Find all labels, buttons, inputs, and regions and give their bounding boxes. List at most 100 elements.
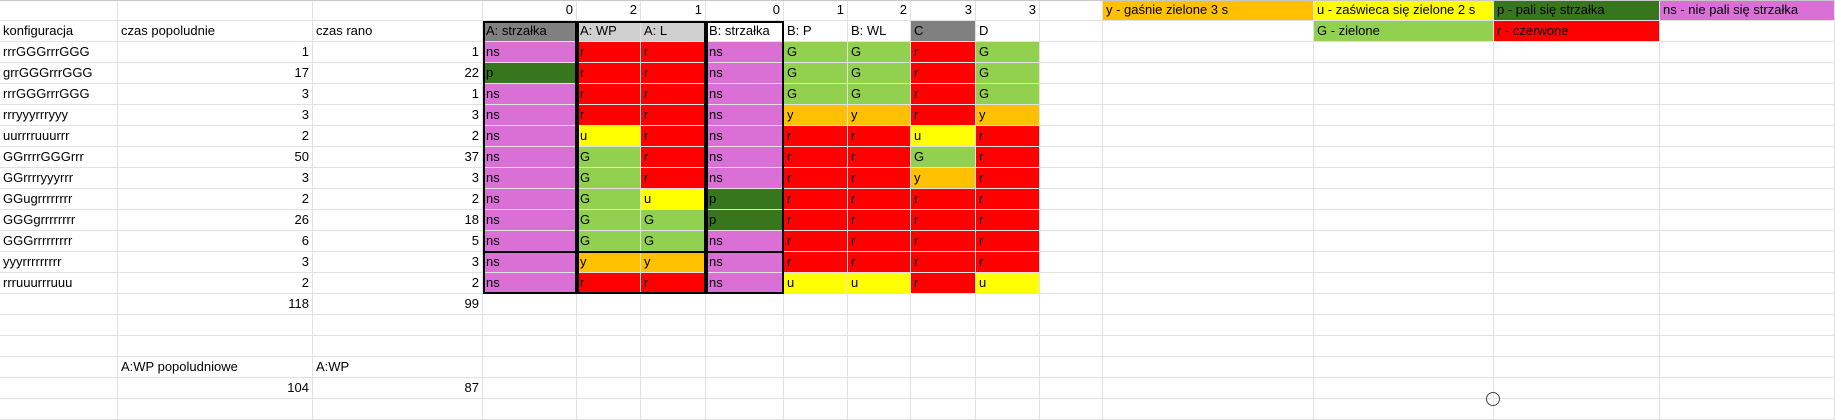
- empty-cell[interactable]: [1314, 210, 1494, 231]
- empty-cell[interactable]: [911, 378, 976, 399]
- empty-cell[interactable]: [118, 336, 313, 357]
- signal-cell[interactable]: G: [577, 168, 641, 189]
- column-index-cell[interactable]: 3: [911, 0, 976, 21]
- configuration-cell[interactable]: GGrrrryyyrrr: [0, 168, 118, 189]
- empty-cell[interactable]: [1660, 357, 1835, 378]
- empty-cell[interactable]: [1494, 357, 1660, 378]
- signal-cell[interactable]: G: [784, 42, 848, 63]
- empty-cell[interactable]: [577, 357, 641, 378]
- signal-cell[interactable]: r: [976, 231, 1040, 252]
- empty-cell[interactable]: [706, 336, 784, 357]
- column-header[interactable]: D: [976, 21, 1040, 42]
- signal-cell[interactable]: y: [911, 168, 976, 189]
- empty-cell[interactable]: [1494, 252, 1660, 273]
- empty-cell[interactable]: [1314, 399, 1494, 420]
- empty-cell[interactable]: [1040, 84, 1103, 105]
- signal-cell[interactable]: r: [911, 189, 976, 210]
- time-morning-cell[interactable]: 5: [313, 231, 483, 252]
- signal-cell[interactable]: u: [641, 189, 706, 210]
- configuration-cell[interactable]: uurrrruuurrr: [0, 126, 118, 147]
- signal-cell[interactable]: r: [577, 105, 641, 126]
- empty-cell[interactable]: [1494, 315, 1660, 336]
- empty-cell[interactable]: [848, 378, 911, 399]
- empty-cell[interactable]: [1314, 252, 1494, 273]
- signal-cell[interactable]: r: [848, 189, 911, 210]
- empty-cell[interactable]: [706, 399, 784, 420]
- empty-cell[interactable]: [976, 399, 1040, 420]
- column-header[interactable]: A: WP: [577, 21, 641, 42]
- empty-cell[interactable]: [1103, 378, 1314, 399]
- signal-cell[interactable]: ns: [483, 252, 577, 273]
- total-afternoon-cell[interactable]: 118: [118, 294, 313, 315]
- signal-cell[interactable]: r: [577, 42, 641, 63]
- column-header[interactable]: B: P: [784, 21, 848, 42]
- signal-cell[interactable]: r: [976, 252, 1040, 273]
- empty-cell[interactable]: [1660, 294, 1835, 315]
- empty-cell[interactable]: [1103, 189, 1314, 210]
- signal-cell[interactable]: r: [641, 84, 706, 105]
- empty-cell[interactable]: [784, 378, 848, 399]
- empty-cell[interactable]: [784, 399, 848, 420]
- signal-cell[interactable]: y: [784, 105, 848, 126]
- column-index-cell[interactable]: 3: [976, 0, 1040, 21]
- empty-cell[interactable]: [1314, 105, 1494, 126]
- wp-morning-label[interactable]: A:WP: [313, 357, 483, 378]
- column-header[interactable]: C: [911, 21, 976, 42]
- signal-cell[interactable]: r: [911, 105, 976, 126]
- empty-cell[interactable]: [784, 336, 848, 357]
- empty-cell[interactable]: [1660, 252, 1835, 273]
- empty-cell[interactable]: [483, 315, 577, 336]
- empty-cell[interactable]: [641, 336, 706, 357]
- signal-cell[interactable]: r: [911, 252, 976, 273]
- time-afternoon-cell[interactable]: 3: [118, 252, 313, 273]
- empty-cell[interactable]: [118, 315, 313, 336]
- signal-cell[interactable]: r: [848, 210, 911, 231]
- empty-cell[interactable]: [1314, 315, 1494, 336]
- empty-cell[interactable]: [0, 315, 118, 336]
- column-index-cell[interactable]: 2: [848, 0, 911, 21]
- signal-cell[interactable]: r: [976, 126, 1040, 147]
- empty-cell[interactable]: [1103, 273, 1314, 294]
- empty-cell[interactable]: [313, 315, 483, 336]
- signal-cell[interactable]: r: [911, 273, 976, 294]
- empty-cell[interactable]: [577, 378, 641, 399]
- signal-cell[interactable]: r: [641, 147, 706, 168]
- empty-cell[interactable]: [1314, 378, 1494, 399]
- empty-cell[interactable]: [1660, 84, 1835, 105]
- empty-cell[interactable]: [1494, 168, 1660, 189]
- legend-cell[interactable]: G - zielone: [1314, 21, 1494, 42]
- signal-cell[interactable]: ns: [483, 105, 577, 126]
- empty-cell[interactable]: [848, 336, 911, 357]
- signal-cell[interactable]: ns: [706, 252, 784, 273]
- time-morning-cell[interactable]: 1: [313, 84, 483, 105]
- time-afternoon-cell[interactable]: 3: [118, 168, 313, 189]
- signal-cell[interactable]: ns: [706, 126, 784, 147]
- empty-cell[interactable]: [1040, 378, 1103, 399]
- time-morning-cell[interactable]: 1: [313, 42, 483, 63]
- empty-cell[interactable]: [1494, 84, 1660, 105]
- empty-cell[interactable]: [1040, 126, 1103, 147]
- signal-cell[interactable]: u: [976, 273, 1040, 294]
- empty-cell[interactable]: [483, 378, 577, 399]
- signal-cell[interactable]: r: [784, 126, 848, 147]
- empty-cell[interactable]: [1040, 0, 1103, 21]
- signal-cell[interactable]: p: [706, 189, 784, 210]
- empty-cell[interactable]: [1494, 147, 1660, 168]
- signal-cell[interactable]: r: [784, 210, 848, 231]
- empty-cell[interactable]: [577, 399, 641, 420]
- empty-cell[interactable]: [1660, 189, 1835, 210]
- empty-cell[interactable]: [1040, 231, 1103, 252]
- empty-cell[interactable]: [911, 399, 976, 420]
- empty-cell[interactable]: [1040, 63, 1103, 84]
- empty-cell[interactable]: [1103, 126, 1314, 147]
- empty-cell[interactable]: [1494, 336, 1660, 357]
- empty-cell[interactable]: [706, 378, 784, 399]
- signal-cell[interactable]: ns: [706, 84, 784, 105]
- signal-cell[interactable]: G: [577, 231, 641, 252]
- signal-cell[interactable]: p: [706, 210, 784, 231]
- empty-cell[interactable]: [1103, 147, 1314, 168]
- empty-cell[interactable]: [1103, 252, 1314, 273]
- empty-cell[interactable]: [1660, 315, 1835, 336]
- time-morning-cell[interactable]: 2: [313, 189, 483, 210]
- time-morning-cell[interactable]: 22: [313, 63, 483, 84]
